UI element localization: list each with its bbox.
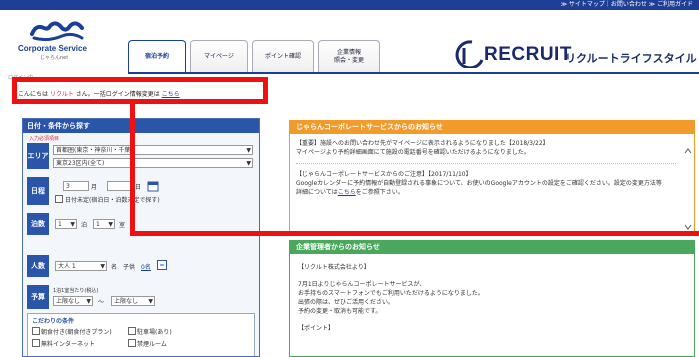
top-links[interactable]: ≫ サイトマップ｜お問い合わせ ≫ ご利用ガイド bbox=[561, 0, 693, 10]
notice-scrollbar[interactable] bbox=[684, 147, 692, 231]
nights-select[interactable]: 1 ▼ bbox=[55, 219, 77, 229]
opt-breakfast-checkbox[interactable] bbox=[32, 327, 40, 335]
notice-item-2-title: 【じゃらんコーポレートサービスからのご注意】【2017/11/10】 bbox=[296, 171, 472, 178]
adults-unit: 名 bbox=[111, 264, 118, 271]
jalan-logo-mark[interactable] bbox=[28, 20, 86, 42]
tab-mypage[interactable]: マイページ bbox=[190, 40, 248, 73]
notice-item-2-body: Googleカレンダーに予約情報が自動登録される事象について、お使いのGoogl… bbox=[296, 180, 662, 187]
company-line-2: 7月1日よりじゃらんコーポレートサービスが、 bbox=[298, 281, 426, 288]
service-notice-box: じゃらんコーポレートサービスからのお知らせ 【重要】施設へのお問い合わせ先がマイ… bbox=[289, 120, 695, 232]
day-unit: 日 bbox=[135, 184, 142, 191]
company-line-5: 予約の変更・取消も可能です。 bbox=[298, 308, 382, 315]
tab-company-info[interactable]: 企業情報 照会・変更 bbox=[318, 40, 380, 73]
notice-item-1-body: マイページより予約詳細画面にて施設の電話番号を確認いただけるようになりました。 bbox=[296, 149, 530, 156]
area-select-sub[interactable]: 東京23区内(全て) ▼ bbox=[53, 158, 253, 168]
rooms-select[interactable]: 1 ▼ bbox=[93, 219, 115, 229]
opt-parking-checkbox[interactable] bbox=[128, 327, 136, 335]
month-input[interactable]: 3 bbox=[63, 181, 89, 191]
chevron-down-icon: ▼ bbox=[148, 298, 153, 305]
search-panel-header: 日付・条件から探す bbox=[23, 119, 259, 133]
rooms-unit: 室 bbox=[119, 222, 126, 229]
company-line-1: 【リクルト株式会社より】 bbox=[298, 264, 370, 271]
tab-underline bbox=[128, 72, 699, 74]
opt-internet-checkbox[interactable] bbox=[32, 339, 40, 347]
opt-internet-label: 無料インターネット bbox=[41, 341, 96, 348]
child-count-link[interactable]: 0名 bbox=[141, 262, 151, 271]
budget-separator: 〜 bbox=[98, 299, 105, 306]
chevron-down-icon: ▼ bbox=[246, 160, 251, 167]
chevron-down-icon: ▼ bbox=[70, 221, 75, 228]
opt-nonsmoking-checkbox[interactable] bbox=[128, 339, 136, 347]
notice-item-1-title: 【重要】施設へのお問い合わせ先がマイページに表示されるようになりました【2018… bbox=[296, 140, 549, 147]
corporate-service-logo-text: Corporate Service bbox=[18, 44, 87, 53]
logo-subtext: じゃらんnet bbox=[40, 55, 69, 61]
recruit-logo-word: RECRUIT bbox=[484, 44, 572, 65]
opt-breakfast-label: 朝食付き(朝食付きプラン) bbox=[41, 329, 112, 336]
notice-item-2-more: 詳細についてはこちらをご参照下さい。 bbox=[296, 189, 404, 196]
service-notice-body: 【重要】施設へのお問い合わせ先がマイページに表示されるようになりました【2018… bbox=[296, 139, 676, 197]
budget-max-select[interactable]: 上限なし ▼ bbox=[111, 296, 155, 306]
tab-reservation[interactable]: 宿泊予約 bbox=[128, 40, 186, 73]
month-unit: 月 bbox=[91, 184, 98, 191]
company-line-4: 出張の際は、ぜひご活用ください。 bbox=[298, 299, 395, 306]
date-label: 日程 bbox=[27, 177, 49, 205]
more-conditions-box: こだわりの条件 朝食付き(朝食付きプラン) 駐車場(あり) 無料インターネット … bbox=[27, 313, 255, 356]
recruit-logo-mark bbox=[455, 40, 484, 68]
highlight-box bbox=[12, 77, 268, 104]
child-label: 子供 bbox=[123, 264, 136, 271]
opt-nonsmoking-label: 禁煙ルーム bbox=[137, 341, 167, 348]
opt-parking-label: 駐車場(あり) bbox=[137, 329, 172, 336]
company-line-3: お手持ちのスマートフォンでもご利用いただけるようになりました。 bbox=[298, 290, 484, 297]
chevron-down-icon: ▼ bbox=[86, 298, 91, 305]
tab-points[interactable]: ポイント確認 bbox=[252, 40, 314, 73]
calendar-icon[interactable] bbox=[147, 180, 159, 192]
service-notice-header: じゃらんコーポレートサービスからのお知らせ bbox=[290, 121, 694, 134]
recruit-logo-kana: リクルートライフスタイル bbox=[565, 52, 697, 65]
highlight-connector-horizontal bbox=[130, 231, 699, 236]
chevron-down-icon: ▼ bbox=[246, 147, 251, 154]
company-notice-body: 【リクルト株式会社より】 7月1日よりじゃらんコーポレートサービスが、 お手持ち… bbox=[298, 263, 678, 333]
area-select-region[interactable]: 首都圏(東京・神奈川・千葉) ▼ bbox=[53, 145, 253, 155]
info-icon[interactable] bbox=[157, 260, 167, 270]
people-label: 人数 bbox=[27, 255, 49, 277]
company-notice-box: 企業管理者からのお知らせ 【リクルト株式会社より】 7月1日よりじゃらんコーポレ… bbox=[289, 240, 695, 357]
search-panel: 日付・条件から探す 入力必須項目 エリア 首都圏(東京・神奈川・千葉) ▼ 東京2… bbox=[22, 118, 260, 357]
company-notice-header: 企業管理者からのお知らせ bbox=[290, 241, 694, 254]
chevron-down-icon: ▼ bbox=[108, 221, 113, 228]
company-line-6: 【ポイント】 bbox=[298, 325, 335, 332]
area-label: エリア bbox=[27, 143, 49, 169]
budget-caption: 1泊1室当たり(税込) bbox=[53, 288, 99, 294]
date-undecided-checkbox[interactable] bbox=[55, 195, 63, 203]
budget-min-select[interactable]: 上限なし ▼ bbox=[53, 296, 93, 306]
budget-label: 予算 bbox=[27, 285, 49, 309]
highlight-connector-vertical bbox=[130, 104, 135, 236]
more-conditions-header: こだわりの条件 bbox=[32, 318, 75, 325]
adults-select[interactable]: 大人 1 ▼ bbox=[55, 261, 107, 271]
nights-label: 泊数 bbox=[27, 213, 49, 235]
notice-item-2-link[interactable]: こちら bbox=[338, 189, 356, 196]
date-undecided-label: 日付未定(宿泊日・泊数未定で探す) bbox=[65, 197, 160, 204]
nights-unit: 泊 bbox=[81, 222, 88, 229]
required-hint: 入力必須項目 bbox=[29, 136, 60, 142]
chevron-down-icon: ▼ bbox=[100, 263, 105, 270]
